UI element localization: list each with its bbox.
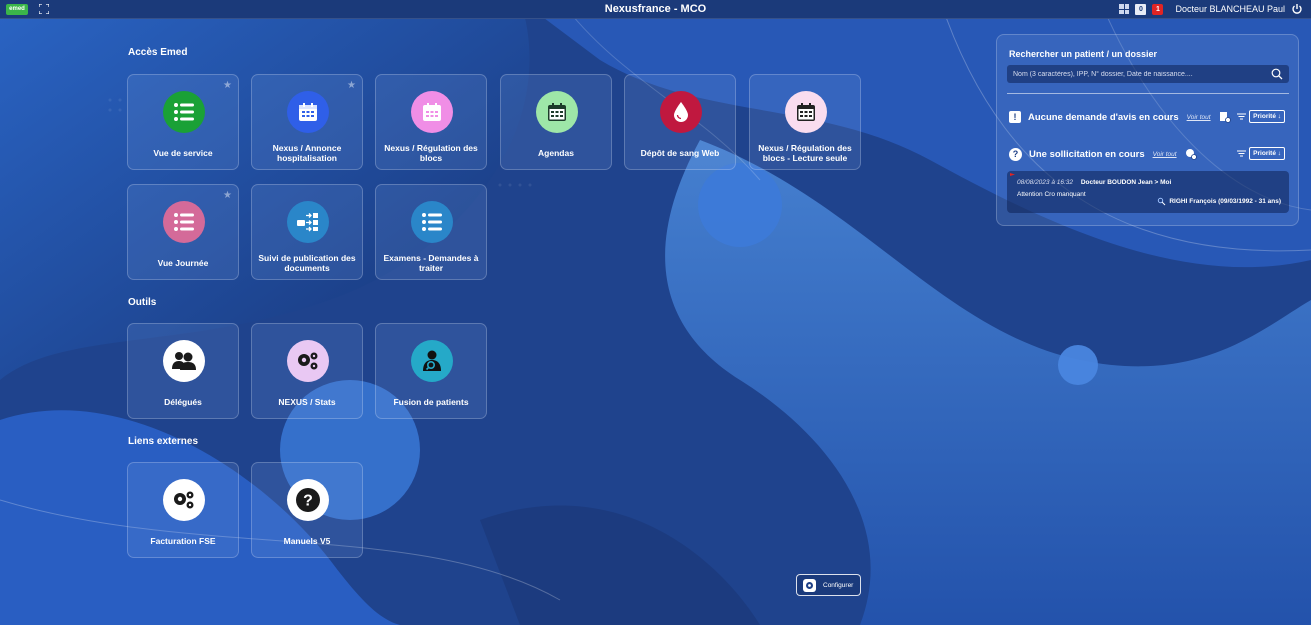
tile-label: Suivi de publication des documents [258,253,356,273]
sollicitation-status-text: Une sollicitation en cours [1029,148,1145,160]
users-icon [163,340,205,382]
document-flow-icon [287,201,329,243]
apps-grid-icon[interactable] [1119,4,1130,14]
tile-label: Agendas [538,148,574,158]
priorite-label: Priorité [1253,150,1276,157]
emed-logo[interactable]: emed [6,3,28,15]
user-name[interactable]: Docteur BLANCHEAU Paul [1175,4,1285,14]
filter-icon[interactable] [1236,111,1247,122]
tile-label: Vue Journée [157,258,209,268]
tile-examens-demandes[interactable]: Examens - Demandes à traiter [375,184,487,280]
tile-label: Nexus / Régulation des blocs [384,143,478,163]
tile-facturation-fse[interactable]: Facturation FSE [127,462,239,558]
sollicitation-message: Attention Cro manquant [1017,191,1086,198]
sollicitation-patient[interactable]: RIGHI François (09/03/1992 - 31 ans) [1157,197,1281,206]
tile-label: Dépôt de sang Web [640,148,720,158]
fullscreen-icon[interactable] [38,3,50,15]
sollicitation-date: 08/08/2023 à 16:32 [1017,179,1074,186]
section-outils: Outils [128,297,157,308]
power-icon[interactable] [1291,3,1303,15]
top-bar: emed Nexusfrance - MCO 0 1 Docteur BLANC… [0,0,1311,19]
calendar-icon [411,91,453,133]
tile-vue-journee[interactable]: ★ Vue Journée [127,184,239,280]
avis-row: ! Aucune demande d'avis en cours Voir to… [1009,109,1291,125]
section-liens-externes: Liens externes [128,436,199,447]
configure-button[interactable]: Configurer [796,574,861,596]
flag-icon [1010,173,1015,176]
gears-icon [287,340,329,382]
documents-badge[interactable]: 0 [1135,3,1147,15]
gears-icon [163,479,205,521]
priorite-label: Priorité [1253,113,1276,120]
add-sollicitation-icon[interactable] [1185,148,1197,160]
tile-vue-de-service[interactable]: ★ Vue de service [127,74,239,170]
priorite-sort-button-sollicitation[interactable]: Priorité ↓ [1249,147,1285,160]
tile-label: Vue de service [153,148,213,158]
tile-agendas[interactable]: Agendas [500,74,612,170]
list-people-icon [163,201,205,243]
search-icon[interactable] [1271,68,1283,80]
tile-fusion-de-patients[interactable]: Fusion de patients [375,323,487,419]
calendar-icon [287,91,329,133]
list-people-icon [163,91,205,133]
tile-nexus-regulation-blocs-lecture-seule[interactable]: Nexus / Régulation des blocs - Lecture s… [749,74,861,170]
tile-label: Facturation FSE [150,536,216,546]
filter-icon[interactable] [1236,148,1247,159]
question-circle-icon: ? [1009,147,1022,161]
voir-tout-sollicitation-link[interactable]: Voir tout [1153,151,1177,158]
favorite-star-icon[interactable]: ★ [223,190,232,201]
tile-label: Fusion de patients [393,397,469,407]
tile-nexus-stats[interactable]: NEXUS / Stats [251,323,363,419]
add-request-icon[interactable] [1219,111,1231,123]
patient-search-panel: Rechercher un patient / un dossier ! Auc… [996,34,1299,226]
tile-nexus-annonce-hospitalisation[interactable]: ★ Nexus / Annonce hospitalisation [251,74,363,170]
sollicitation-header: 08/08/2023 à 16:32 Docteur BOUDON Jean >… [1017,179,1171,186]
priorite-sort-button-avis[interactable]: Priorité ↓ [1249,110,1285,123]
panel-title: Rechercher un patient / un dossier [1009,49,1158,59]
sollicitation-card[interactable]: 08/08/2023 à 16:32 Docteur BOUDON Jean >… [1007,171,1289,213]
tile-label: Nexus / Régulation des blocs - Lecture s… [758,143,852,163]
patient-search-icon [411,340,453,382]
tile-depot-de-sang-web[interactable]: Dépôt de sang Web [624,74,736,170]
configure-label: Configurer [823,581,854,589]
question-icon: ? [287,479,329,521]
list-people-icon [411,201,453,243]
favorite-star-icon[interactable]: ★ [347,80,356,91]
avis-status-text: Aucune demande d'avis en cours [1028,111,1179,123]
tile-label: NEXUS / Stats [278,397,336,407]
voir-tout-avis-link[interactable]: Voir tout [1187,114,1211,121]
patient-name: RIGHI François (09/03/1992 - 31 ans) [1169,198,1281,205]
tile-label: Manuels V5 [283,536,331,546]
gear-icon [803,578,816,592]
blood-drop-icon [660,91,702,133]
tile-delegues[interactable]: Délégués [127,323,239,419]
favorite-star-icon[interactable]: ★ [223,80,232,91]
tile-suivi-publication-documents[interactable]: Suivi de publication des documents [251,184,363,280]
section-acces-emed: Accès Emed [128,47,188,58]
tile-manuels-v5[interactable]: ? Manuels V5 [251,462,363,558]
patient-gender-icon [1158,197,1166,206]
exclamation-icon: ! [1009,111,1021,123]
top-right-controls: 0 1 Docteur BLANCHEAU Paul [1119,2,1303,16]
tile-label: Examens - Demandes à traiter [383,253,479,273]
tile-nexus-regulation-blocs[interactable]: Nexus / Régulation des blocs [375,74,487,170]
svg-text:?: ? [303,493,313,510]
sollicitation-row: ? Une sollicitation en cours Voir tout P… [1009,146,1291,162]
divider [1007,93,1289,94]
alerts-badge[interactable]: 1 [1152,3,1164,15]
tile-label: Nexus / Annonce hospitalisation [272,143,342,163]
calendar-icon [536,91,578,133]
patient-search-input[interactable] [1007,65,1289,83]
calendar-icon [785,91,827,133]
tile-label: Délégués [164,397,202,407]
sollicitation-from-to: Docteur BOUDON Jean > Moi [1080,179,1172,186]
app-title: Nexusfrance - MCO [604,3,707,15]
